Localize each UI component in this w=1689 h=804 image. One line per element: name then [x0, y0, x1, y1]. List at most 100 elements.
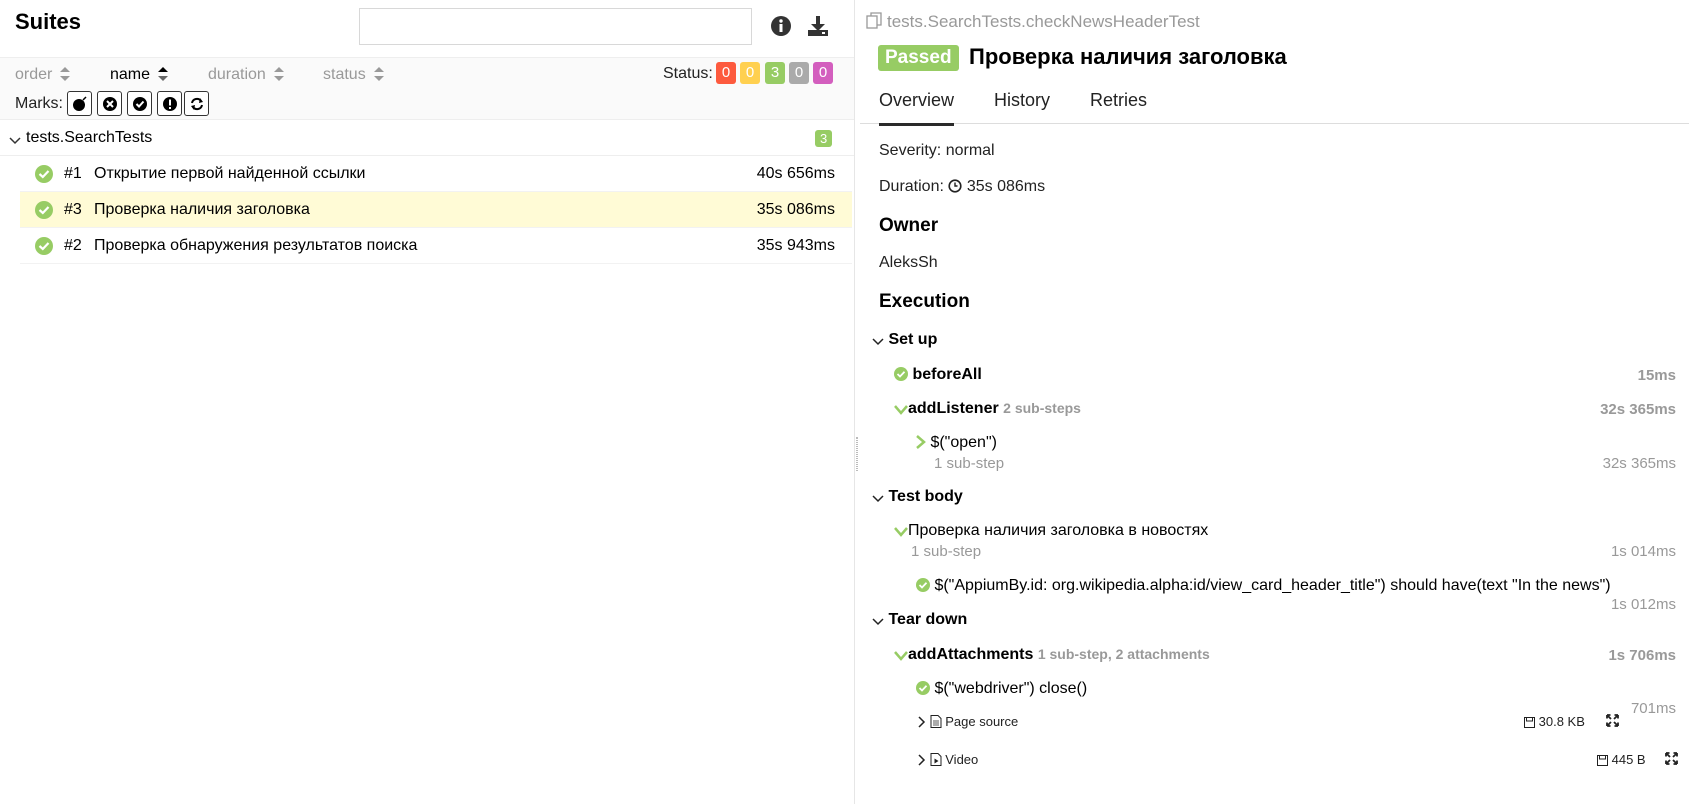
breadcrumb[interactable]: tests.SearchTests.checkNewsHeaderTest: [866, 12, 1200, 32]
teardown-section[interactable]: Tear down: [872, 611, 967, 631]
chevron-down-icon: [9, 132, 21, 150]
passed-icon: [35, 237, 53, 260]
step-duration: 1s 706ms: [1608, 647, 1676, 664]
sort-status[interactable]: status: [323, 65, 384, 84]
passed-icon: [35, 165, 53, 188]
test-row[interactable]: #2 Проверка обнаружения результатов поис…: [20, 228, 852, 264]
expand-icon[interactable]: [1665, 752, 1678, 768]
copy-icon: [866, 12, 887, 31]
save-icon: [1524, 716, 1535, 731]
chevron-down-icon: [872, 333, 884, 351]
status-passed-toggle[interactable]: 3: [765, 62, 785, 84]
marks-bar: Marks:: [0, 88, 854, 120]
attachment-name: Video: [945, 752, 979, 767]
passed-icon: [35, 201, 53, 224]
step-duration: 32s 365ms: [1600, 401, 1676, 418]
step-name: $("open"): [930, 434, 997, 451]
duration-label: Duration:: [879, 178, 944, 195]
test-number: #1: [64, 165, 82, 182]
sort-status-label: status: [323, 66, 366, 83]
chevron-right-icon: [918, 716, 926, 731]
new-broken-icon[interactable]: [157, 91, 182, 116]
step-beforeall[interactable]: beforeAll: [894, 366, 982, 386]
step-name: Проверка наличия заголовка в новостях: [908, 522, 1209, 539]
status-skipped-toggle[interactable]: 0: [789, 62, 809, 84]
status-filter-label: Status:: [663, 65, 713, 82]
tab-retries[interactable]: Retries: [1090, 90, 1147, 123]
download-icon[interactable]: [805, 13, 831, 39]
step-substeps: 2 sub-steps: [1003, 400, 1081, 416]
chevron-right-icon: [916, 435, 926, 454]
sort-duration-label: duration: [208, 66, 266, 83]
passed-icon: [894, 367, 908, 386]
sort-arrows-icon: [273, 67, 284, 81]
status-unknown-toggle[interactable]: 0: [813, 62, 833, 84]
chevron-down-icon: [872, 490, 884, 508]
expand-icon[interactable]: [1606, 714, 1619, 730]
severity-text: Severity: normal: [879, 142, 995, 159]
new-passed-icon[interactable]: [127, 91, 152, 116]
video-file-icon: [930, 753, 942, 769]
test-number: #2: [64, 237, 82, 254]
step-addlistener[interactable]: addListener 2 sub-steps: [894, 400, 1081, 420]
status-failed-toggle[interactable]: 0: [716, 62, 736, 84]
save-icon: [1597, 754, 1608, 769]
passed-icon: [916, 578, 930, 597]
attachment-video[interactable]: Video: [918, 752, 978, 769]
tab-overview[interactable]: Overview: [879, 90, 955, 126]
step-name: addListener: [908, 400, 999, 417]
test-duration: 35s 943ms: [756, 237, 835, 254]
test-body-label: Test body: [888, 488, 963, 505]
sort-name[interactable]: name: [110, 65, 169, 84]
sort-name-label: name: [110, 66, 151, 83]
sort-duration[interactable]: duration: [208, 65, 284, 84]
step-substeps: 1 sub-step: [911, 543, 982, 560]
execution-heading: Execution: [879, 291, 970, 312]
owner-value: AleksSh: [879, 254, 938, 271]
test-row[interactable]: #1 Открытие первой найденной ссылки 40s …: [20, 156, 852, 192]
duration-value: 35s 086ms: [966, 178, 1046, 195]
test-duration: 40s 656ms: [756, 165, 835, 182]
attachment-page-source[interactable]: Page source: [918, 714, 1018, 731]
status-broken-toggle[interactable]: 0: [740, 62, 760, 84]
sort-arrows-icon: [60, 67, 71, 81]
step-addattachments[interactable]: addAttachments 1 sub-step, 2 attachments: [894, 646, 1210, 666]
clock-icon: [948, 179, 962, 198]
test-number: #3: [64, 201, 82, 218]
suite-group-count: 3: [815, 130, 833, 147]
attachment-size-value: 445 B: [1611, 752, 1646, 767]
attachment-size: 445 B: [1597, 752, 1646, 769]
step-name: addAttachments: [908, 646, 1034, 663]
sort-arrows-icon: [373, 67, 384, 81]
test-row-selected[interactable]: #3 Проверка наличия заголовка 35s 086ms: [20, 192, 852, 228]
attachment-size-value: 30.8 KB: [1538, 714, 1585, 729]
search-input[interactable]: [359, 8, 752, 45]
step-header-check[interactable]: Проверка наличия заголовка в новостях: [894, 522, 1208, 542]
step-duration: 32s 365ms: [1602, 455, 1676, 472]
setup-section[interactable]: Set up: [872, 331, 937, 351]
sort-bar: order name duration status Status: 0 0 3…: [0, 58, 854, 88]
test-details-pane: tests.SearchTests.checkNewsHeaderTest Pa…: [860, 0, 1689, 804]
suite-group-row[interactable]: tests.SearchTests 3: [0, 120, 854, 156]
duration-field: Duration: 35s 086ms: [879, 178, 1045, 198]
test-name: Проверка обнаружения результатов поиска: [94, 237, 418, 254]
attachment-size: 30.8 KB: [1524, 714, 1585, 731]
step-substeps: 1 sub-step: [934, 455, 1005, 472]
passed-icon: [916, 681, 930, 700]
step-webdriver-close[interactable]: $("webdriver") close(): [916, 680, 1087, 700]
test-duration: 35s 086ms: [756, 201, 835, 218]
test-body-section[interactable]: Test body: [872, 488, 963, 508]
retries-icon[interactable]: [184, 91, 209, 116]
step-should-have[interactable]: $("AppiumBy.id: org.wikipedia.alpha:id/v…: [916, 577, 1611, 597]
new-failed-icon[interactable]: [97, 91, 122, 116]
pane-title: Suites: [15, 9, 82, 34]
step-open[interactable]: $("open"): [916, 434, 997, 454]
flaky-icon[interactable]: [67, 91, 92, 116]
step-name: $("AppiumBy.id: org.wikipedia.alpha:id/v…: [934, 577, 1611, 594]
sort-order[interactable]: order: [15, 65, 71, 84]
info-icon[interactable]: [768, 13, 794, 39]
tab-history[interactable]: History: [994, 90, 1050, 123]
step-substeps: 1 sub-step, 2 attachments: [1037, 646, 1210, 662]
setup-label: Set up: [888, 331, 938, 348]
suites-tree: tests.SearchTests 3 #1 Открытие первой н…: [0, 120, 854, 264]
